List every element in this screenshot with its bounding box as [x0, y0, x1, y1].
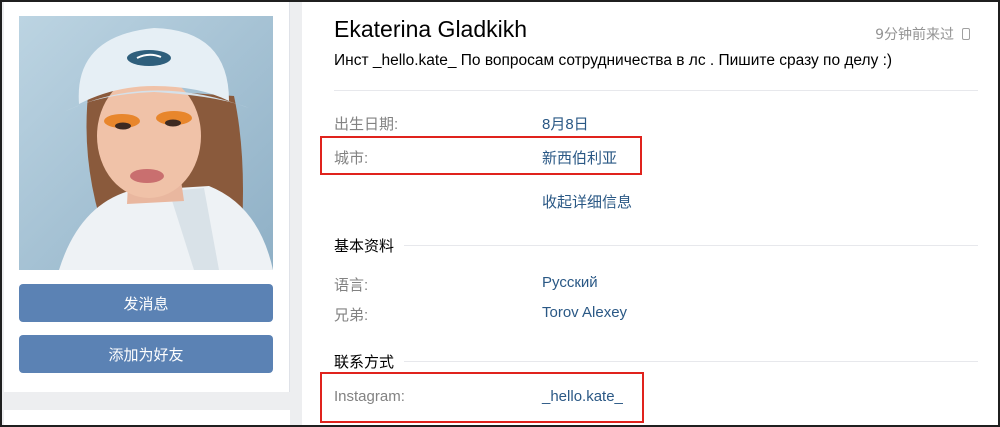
profile-name: Ekaterina Gladkikh — [334, 16, 528, 42]
brother-value[interactable]: Torov Alexey — [542, 304, 627, 321]
instagram-highlight-box — [320, 372, 644, 423]
contacts-title: 联系方式 — [334, 351, 405, 372]
birthday-label: 出生日期: — [334, 116, 399, 133]
city-highlight-box — [320, 136, 642, 175]
left-column: 发消息 添加为好友 — [4, 2, 290, 392]
language-value[interactable]: Русский — [542, 274, 598, 291]
basic-info-title: 基本资料 — [334, 235, 405, 256]
page-frame: 发消息 添加为好友 Ekaterina Gladkikh 9分钟前来过 Инст… — [0, 0, 1000, 427]
add-friend-button[interactable]: 添加为好友 — [19, 335, 273, 373]
left-secondary-card — [4, 410, 290, 425]
avatar[interactable] — [19, 16, 273, 270]
mobile-phone-icon — [962, 28, 970, 40]
last-seen: 9分钟前来过 — [875, 24, 970, 44]
profile-status: Инст _hello.kate_ По вопросам сотрудниче… — [334, 52, 893, 69]
divider — [334, 90, 978, 91]
language-label: 语言: — [334, 277, 369, 294]
birthday-value[interactable]: 8月8日 — [542, 113, 589, 134]
last-seen-text: 9分钟前来过 — [875, 27, 954, 43]
profile-panel: Ekaterina Gladkikh 9分钟前来过 Инст _hello.ka… — [302, 2, 998, 425]
avatar-photo — [19, 16, 273, 270]
send-message-button[interactable]: 发消息 — [19, 284, 273, 322]
divider — [334, 361, 978, 362]
divider — [334, 245, 978, 246]
brother-label: 兄弟: — [334, 307, 369, 324]
collapse-details-link[interactable]: 收起详细信息 — [542, 191, 632, 212]
